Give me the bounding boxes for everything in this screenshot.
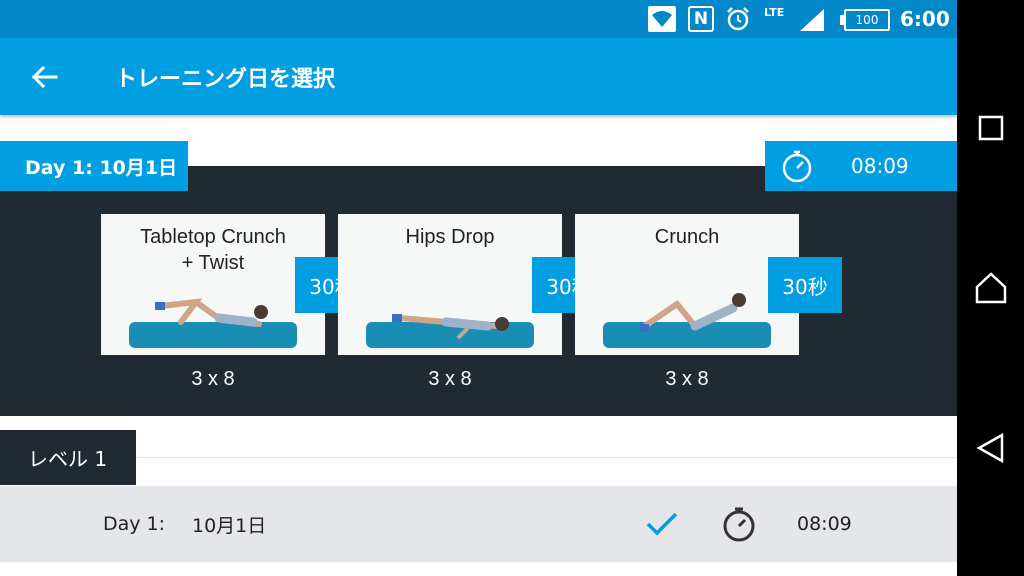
exercise-card[interactable]: Hips Drop [338, 214, 562, 355]
arrow-left-icon[interactable] [22, 58, 66, 96]
exercise-name: Tabletop Crunch + Twist [140, 226, 286, 274]
row-date: 10月1日 [192, 514, 267, 537]
home-icon[interactable] [957, 253, 1024, 323]
exercise-card[interactable]: Crunch [575, 214, 799, 355]
exercise-illustration [639, 293, 746, 332]
back-triangle-icon[interactable] [957, 413, 1024, 483]
checkmark-icon [646, 512, 678, 536]
exercise-name: Crunch [654, 226, 720, 248]
status-time: 6:00 [900, 7, 950, 31]
exercise-duration-badge: 30秒 [768, 257, 842, 313]
exercise-card[interactable]: Tabletop Crunch + Twist [101, 214, 325, 355]
page-title: トレーニング日を選択 [115, 66, 336, 92]
stopwatch-icon [782, 150, 812, 183]
row-duration: 08:09 [797, 513, 852, 535]
system-nav-bar [957, 0, 1024, 576]
day-duration: 08:09 [851, 154, 909, 178]
stopwatch-icon [723, 507, 755, 542]
level-label: レベル 1 [0, 430, 136, 485]
signal-icon [798, 7, 826, 33]
exercise-illustration [155, 298, 268, 327]
day-label: Day 1: 10月1日 [0, 141, 188, 191]
exercise-sets: 3 x 8 [428, 368, 472, 390]
network-type: LTE [764, 5, 785, 19]
exercise-sets: 3 x 8 [665, 368, 709, 390]
nfc-icon: N [688, 6, 714, 32]
day-duration-badge: 08:09 [765, 141, 957, 191]
wifi-icon [648, 6, 676, 32]
status-bar: N LTE 100 6:00 [0, 0, 957, 38]
divider [0, 457, 957, 458]
row-day: Day 1: [103, 513, 166, 535]
recents-icon[interactable] [957, 93, 1024, 163]
exercise-sets: 3 x 8 [191, 368, 235, 390]
exercise-illustration [392, 314, 509, 340]
battery-icon: 100 [844, 9, 890, 31]
list-item[interactable]: Day 1: 10月1日 08:09 [0, 486, 957, 562]
exercise-name: Hips Drop [405, 226, 495, 248]
app-bar: トレーニング日を選択 [0, 38, 957, 115]
alarm-icon [724, 5, 752, 33]
